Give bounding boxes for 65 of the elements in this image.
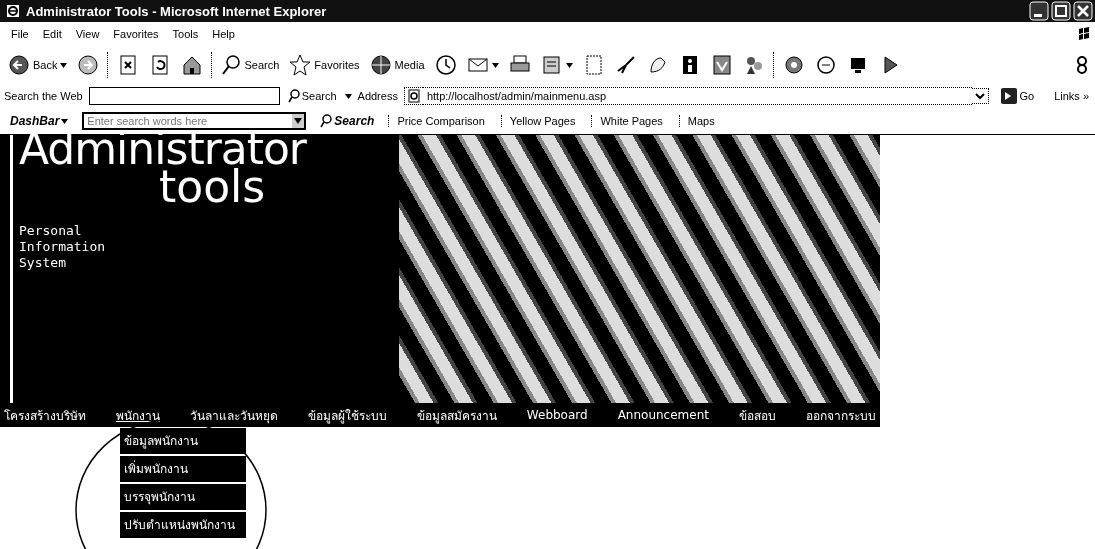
- search-button[interactable]: Search: [285, 89, 339, 103]
- chevron-down-icon: [975, 91, 986, 101]
- nav-menu-item[interactable]: ข้อสอบ: [738, 405, 776, 425]
- nav-menu-item[interactable]: Webboard: [526, 408, 588, 422]
- toolbar-button[interactable]: Back: [6, 52, 70, 78]
- nav-menu-item[interactable]: ข้อมูลสมัครงาน: [416, 405, 497, 425]
- star-icon: [289, 54, 312, 76]
- nav-menu-item[interactable]: ข้อมูลผู้ใช้ระบบ: [307, 405, 387, 425]
- links-button[interactable]: Links »: [1052, 90, 1091, 102]
- banner-subtitle: tools: [159, 165, 266, 209]
- menu-item[interactable]: View: [68, 26, 107, 42]
- toolbar-link[interactable]: Maps: [678, 115, 723, 127]
- menu-item[interactable]: Edit: [35, 26, 69, 42]
- search-icon: [320, 114, 333, 128]
- close-icon[interactable]: [1073, 1, 1093, 21]
- document-icon: [540, 54, 563, 76]
- caret-icon: [565, 62, 573, 68]
- toolbar-button[interactable]: Favorites: [287, 52, 362, 78]
- submenu-item[interactable]: บรรจุพนักงาน: [120, 484, 246, 510]
- history-icon: [434, 54, 457, 76]
- submenu-item[interactable]: เพิ่มพนักงาน: [120, 456, 246, 482]
- menu-item[interactable]: Help: [205, 26, 242, 42]
- toolbar-link[interactable]: White Pages: [591, 115, 671, 127]
- caret-icon[interactable]: [344, 93, 352, 99]
- toolbar-link[interactable]: Price Comparison: [388, 115, 493, 127]
- toolbar-link[interactable]: Yellow Pages: [500, 115, 584, 127]
- nav-menu-item[interactable]: วันลาและวันหยุด: [189, 405, 278, 425]
- menu-item[interactable]: Favorites: [106, 26, 166, 42]
- nav-menu-item[interactable]: พนักงาน: [115, 405, 160, 425]
- toolbar-button[interactable]: Search: [219, 52, 282, 78]
- window-title: Administrator Tools - Microsoft Internet Explorer: [26, 3, 328, 19]
- dropdown-button[interactable]: [972, 88, 990, 104]
- menu-item[interactable]: File: [4, 26, 36, 42]
- search-field[interactable]: [88, 87, 280, 105]
- banner-caption: System: [19, 255, 66, 271]
- dashbar-button[interactable]: DashBar: [4, 114, 75, 128]
- windows-flag-icon: [1077, 26, 1091, 42]
- disc-icon: [782, 54, 805, 76]
- address-field[interactable]: http://localhost/admin/mainmenu.asp: [422, 87, 973, 105]
- home-icon: [181, 54, 204, 76]
- banner-caption: Information: [19, 239, 106, 255]
- ie-logo-icon: [6, 4, 20, 18]
- address-label: Address: [357, 90, 398, 102]
- search-icon: [221, 54, 242, 76]
- caret-icon: [60, 62, 68, 68]
- nav-menu-item[interactable]: Announcement: [617, 408, 709, 422]
- search-label: Search the Web: [4, 90, 83, 102]
- menu-item[interactable]: Tools: [165, 26, 206, 42]
- page-icon: [406, 89, 421, 103]
- toolbar-button[interactable]: Media: [367, 52, 427, 78]
- globe-icon: [369, 54, 392, 76]
- nav-menu-item[interactable]: ออกจากระบบ: [805, 405, 876, 425]
- globe-icon: [814, 54, 837, 76]
- minimize-icon[interactable]: [1029, 1, 1049, 21]
- go-button[interactable]: Go: [999, 88, 1037, 104]
- submenu-item[interactable]: ข้อมูลพนักงาน: [120, 428, 246, 454]
- search-icon: [287, 89, 300, 103]
- checkmark-icon: [710, 54, 733, 76]
- search-button[interactable]: Search: [314, 114, 381, 128]
- maximize-icon[interactable]: [1051, 1, 1071, 21]
- submenu-item[interactable]: ปรับตำแหน่งพนักงาน: [120, 512, 246, 538]
- nav-menu-item[interactable]: โครงสร้างบริษัท: [4, 405, 86, 425]
- banner-caption: Personal: [19, 223, 82, 239]
- caret-icon: [61, 118, 69, 124]
- caret-icon: [491, 62, 499, 68]
